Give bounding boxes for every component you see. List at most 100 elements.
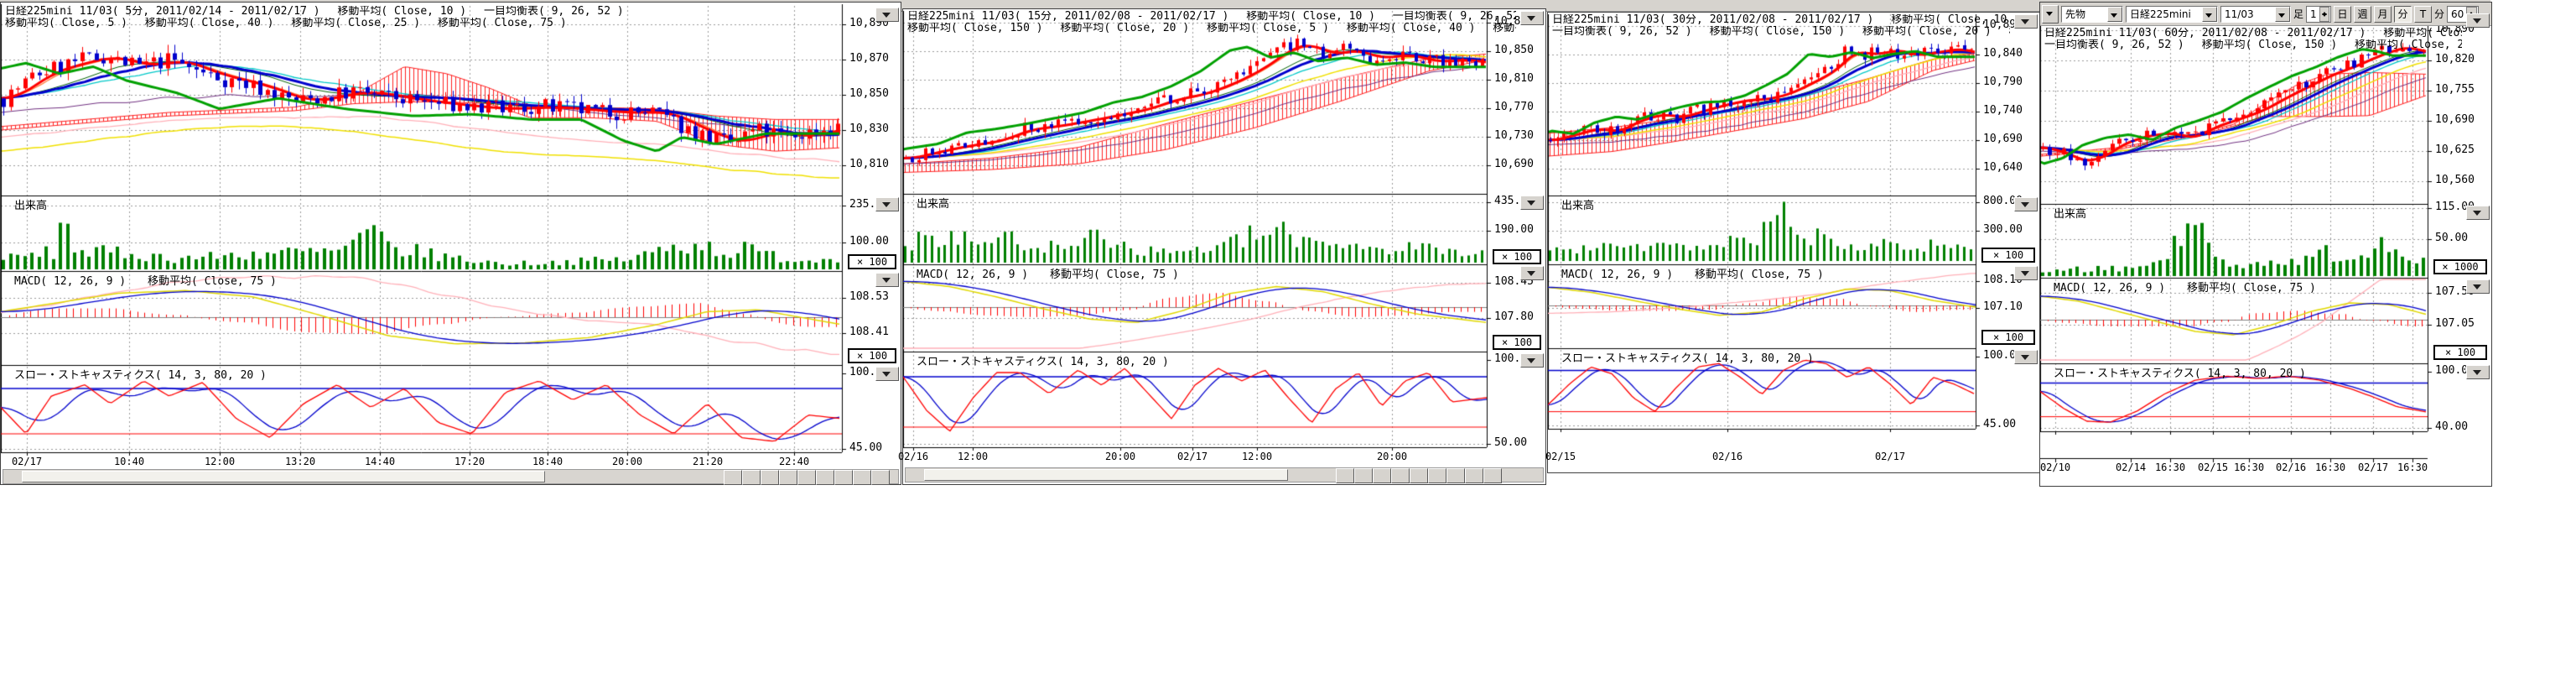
mini-toolbar-button[interactable] [834,470,853,485]
axis-dropdown-button-price[interactable] [2014,14,2038,29]
axis-dropdown-button-stoch[interactable] [2466,365,2490,379]
bar-count-stepper[interactable]: 1 [2306,6,2331,23]
period-button-週[interactable]: 週 [2354,6,2371,23]
volume-multiplier-box: × 100 [848,254,896,269]
macd-axis-label: 108.41 [849,326,889,338]
price-chart-canvas[interactable] [1,3,901,484]
chevron-down-icon[interactable] [2107,7,2122,22]
axis-dropdown-button-stoch[interactable] [1520,353,1544,368]
volume-section-label: 出来高 [14,201,47,212]
chevron-down-icon[interactable] [2275,7,2290,22]
mini-toolbar-button[interactable] [1446,468,1465,483]
mini-toolbar-button[interactable] [797,470,816,485]
axis-dropdown-button-macd[interactable] [1520,266,1544,280]
macd-axis-label: 107.10 [1983,301,2023,313]
mini-toolbar-button[interactable] [1410,468,1428,483]
time-axis-label: 02/17 [2358,462,2388,473]
time-axis-label: 16:30 [2315,462,2345,473]
mini-toolbar-button[interactable] [816,470,834,485]
axis-dropdown-button-macd[interactable] [875,273,899,287]
stoch-axis-label: 40.00 [2435,421,2468,433]
mini-toolbar-button[interactable] [1465,468,1483,483]
period-button-日[interactable]: 日 [2334,6,2351,23]
volume-section-label: 出来高 [917,199,949,211]
bar-count-value: 1 [2310,8,2317,20]
stochastics-section-label: スロー・ストキャスティクス( 14, 3, 80, 20 ) [917,357,1169,368]
price-axis-label: 10,810 [849,159,889,170]
macd-multiplier-box: × 100 [848,348,896,363]
chart-header-line2: 一目均衡表( 9, 26, 52 ) 移動平均( Close, 150 ) 移動… [1552,26,2010,38]
price-axis-label: 10,625 [2435,144,2475,156]
chart-window-30min-chart[interactable]: 日経225mini 11/03( 30分, 2011/02/08 - 2011/… [1547,12,2040,473]
chart-header-line2: 移動平均( Close, 150 ) 移動平均( Close, 20 ) 移動平… [907,23,1516,34]
mini-toolbar-button[interactable] [1354,468,1373,483]
contract-select[interactable]: 11/03 [2220,6,2291,23]
axis-dropdown-button-macd[interactable] [2014,266,2038,280]
chart-window-15min-chart[interactable]: 日経225mini 11/03( 15分, 2011/02/08 - 2011/… [902,8,1546,485]
time-axis-label: 20:00 [1105,451,1135,462]
chart-window-5min-chart[interactable]: 日経225mini 11/03( 5分, 2011/02/14 - 2011/0… [0,2,901,485]
macd-multiplier-box: × 100 [1493,335,1541,350]
time-axis-label: 02/15 [2198,462,2228,473]
axis-dropdown-button-stoch[interactable] [875,367,899,381]
price-chart-canvas[interactable] [2040,3,2491,486]
time-axis-label: 02/16 [2276,462,2306,473]
period-button-T[interactable]: T [2414,6,2432,23]
mini-toolbar-button[interactable] [1391,468,1410,483]
symbol-select-value: 日経225mini [2130,7,2191,21]
time-axis-label: 10:40 [114,456,144,467]
mini-toolbar-button[interactable] [742,470,761,485]
axis-dropdown-button-stoch[interactable] [2014,350,2038,364]
mini-toolbar-button[interactable] [1428,468,1446,483]
axis-dropdown-button-price[interactable] [1520,11,1544,25]
mini-toolbar-button[interactable] [779,470,797,485]
window-dropdown-button[interactable] [2042,5,2059,23]
contract-select-value: 11/03 [2225,8,2254,20]
price-axis-label: 10,770 [1494,102,1534,113]
chart-header-line2: 一目均衡表( 9, 26, 52 ) 移動平均( Close, 150 ) 移動… [2044,39,2462,51]
symbol-select[interactable]: 日経225mini [2126,6,2218,23]
scrollbar-thumb[interactable] [22,471,545,482]
workspace: 日経225mini 11/03( 5分, 2011/02/14 - 2011/0… [0,0,2576,678]
axis-dropdown-button-volume[interactable] [2466,206,2490,220]
axis-dropdown-button-volume[interactable] [875,197,899,211]
mini-toolbar-button[interactable] [724,470,742,485]
time-axis-label: 02/16 [898,451,928,462]
time-axis-label: 02/16 [1712,451,1742,462]
mini-toolbar-button[interactable] [1373,468,1391,483]
volume-axis-label: 100.00 [849,236,889,248]
price-axis-label: 10,850 [849,88,889,100]
chevron-down-icon[interactable] [2202,7,2217,22]
mini-toolbar-button[interactable] [1483,468,1502,483]
price-axis-label: 10,560 [2435,175,2475,186]
minute-value: 60 [2451,8,2464,20]
category-select[interactable]: 先物 [2061,6,2123,23]
time-axis-label: 02/17 [1177,451,1208,462]
volume-section-label: 出来高 [2054,209,2086,221]
volume-multiplier-box: × 100 [1981,248,2035,263]
stochastics-section-label: スロー・ストキャスティクス( 14, 3, 80, 20 ) [1561,353,1814,365]
axis-dropdown-button-price[interactable] [2466,13,2490,28]
period-button-分[interactable]: 分 [2394,6,2412,23]
macd-axis-label: 108.53 [849,291,889,303]
axis-dropdown-button-price[interactable] [875,8,899,22]
stepper-arrows-icon[interactable] [2319,7,2329,22]
stoch-axis-label: 50.00 [1494,437,1527,449]
period-button-月[interactable]: 月 [2374,6,2392,23]
scrollbar-thumb[interactable] [924,469,1288,481]
price-chart-canvas[interactable] [903,9,1545,484]
price-chart-canvas[interactable] [1548,13,2039,472]
axis-dropdown-button-macd[interactable] [2466,279,2490,294]
time-axis-label: 02/14 [2116,462,2146,473]
bar-type-label: 足 [2293,7,2303,21]
chart-window-60min-chart[interactable]: 先物日経225mini11/03足1日週月分T分60日経225mini 11/0… [2039,2,2492,487]
axis-dropdown-button-volume[interactable] [1520,196,1544,210]
axis-dropdown-button-volume[interactable] [2014,197,2038,211]
mini-toolbar-button[interactable] [853,470,871,485]
mini-toolbar-button[interactable] [761,470,779,485]
volume-axis-label: 300.00 [1983,224,2023,236]
macd-section-label: MACD( 12, 26, 9 ) 移動平均( Close, 75 ) [917,269,1179,281]
mini-toolbar-button[interactable] [1336,468,1354,483]
macd-section-label: MACD( 12, 26, 9 ) 移動平均( Close, 75 ) [1561,269,1824,281]
mini-toolbar-button[interactable] [871,470,890,485]
